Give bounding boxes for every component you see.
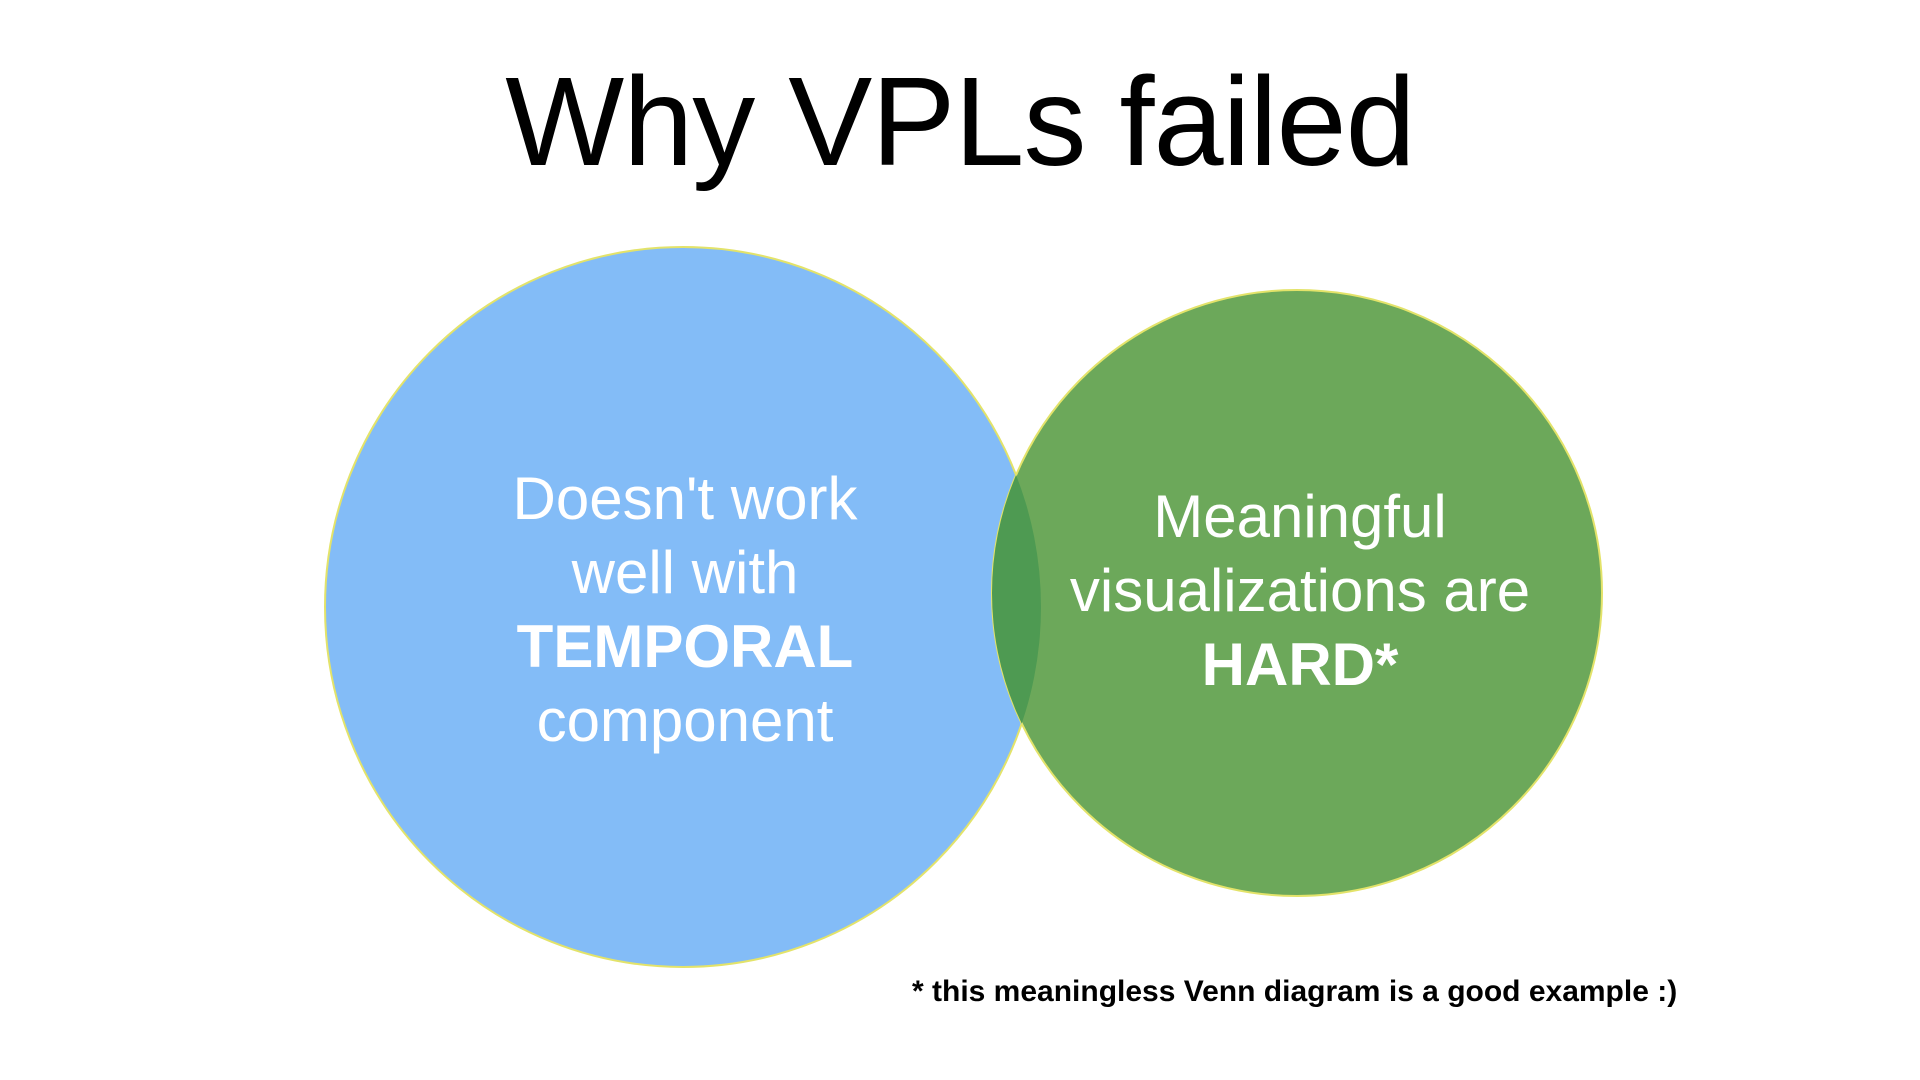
left-label-line-2: well with [571, 539, 799, 606]
right-label-line-2: visualizations are [1069, 557, 1531, 624]
left-circle-label: Doesn't work well with TEMPORAL componen… [385, 462, 985, 758]
right-label-emphasis: HARD* [1201, 631, 1399, 698]
right-label-line-1: Meaningful [1153, 483, 1447, 550]
footnote: * this meaningless Venn diagram is a goo… [912, 975, 1678, 1008]
left-label-line-1: Doesn't work [512, 465, 858, 532]
slide: Why VPLs failed Doesn't work well with T… [0, 0, 1920, 1080]
right-circle-label: Meaningful visualizations are HARD* [1010, 480, 1590, 702]
left-label-emphasis: TEMPORAL [516, 613, 854, 680]
left-label-line-4: component [536, 687, 834, 754]
